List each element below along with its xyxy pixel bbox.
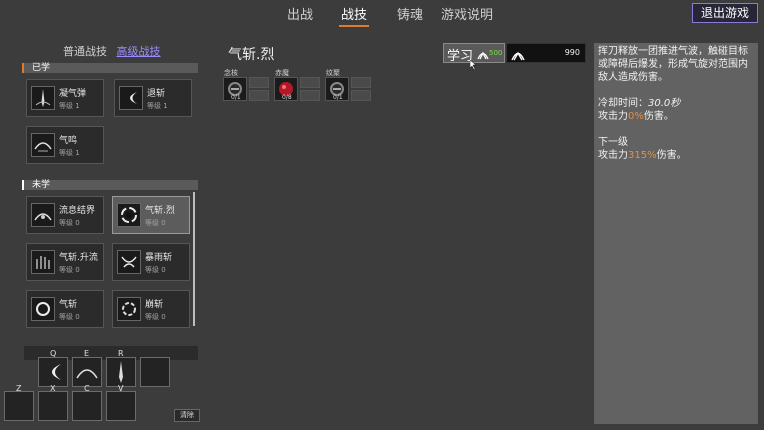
hotkey-slot-r[interactable] xyxy=(106,357,136,387)
skill-card[interactable]: 气斩 等级 0 xyxy=(26,290,104,328)
exit-game-button[interactable]: 退出游戏 xyxy=(692,3,758,23)
skill-list-scrollbar[interactable] xyxy=(193,192,195,326)
clear-hotkeys-button[interactable]: 清除 xyxy=(174,409,200,422)
requirement-count: 0/1 xyxy=(333,94,343,101)
skill-card[interactable]: 凝气弹 等级 1 xyxy=(26,79,104,117)
burst-ring-icon xyxy=(117,297,141,321)
requirement-slot xyxy=(300,77,320,88)
tab-combat-skills[interactable]: 战技 xyxy=(338,4,370,27)
tab-soul-forge[interactable]: 铸魂 xyxy=(397,4,423,23)
cooldown-label: 冷却时间： xyxy=(598,98,648,109)
sword-burst-icon xyxy=(119,361,123,383)
unlearned-header: 未学 xyxy=(22,180,198,190)
skill-level: 等级 1 xyxy=(59,102,80,110)
requirement-slot xyxy=(351,90,371,101)
next-attack-label: 攻击力 xyxy=(598,150,628,161)
skill-title: 气斩.烈 xyxy=(228,47,275,63)
qi-wave-icon xyxy=(76,369,98,379)
skill-level: 等级 0 xyxy=(145,266,166,274)
soul-currency-icon xyxy=(477,51,489,60)
crescent-slash-icon xyxy=(119,86,143,110)
hotkey-slot-z[interactable] xyxy=(4,391,34,421)
skill-card[interactable]: 崩斩 等级 0 xyxy=(112,290,190,328)
tab-normal-skills[interactable]: 普通战技 xyxy=(63,45,107,58)
skill-level: 等级 1 xyxy=(59,149,80,157)
skill-level: 等级 0 xyxy=(145,313,166,321)
top-nav: 出战 战技 铸魂 游戏说明 退出游戏 xyxy=(0,0,764,27)
skill-level: 等级 0 xyxy=(59,266,80,274)
skill-name: 气斩.升流 xyxy=(59,253,98,263)
next-level-label: 下一级 xyxy=(598,137,628,148)
skill-name: 退斩 xyxy=(147,89,166,99)
skill-card[interactable]: 暴雨斩 等级 0 xyxy=(112,243,190,281)
hotkey-slot-c[interactable] xyxy=(72,391,102,421)
learn-cost: 500 xyxy=(489,49,503,57)
attack-line: 攻击力0%伤害。 xyxy=(598,110,754,123)
requirement-slot xyxy=(351,77,371,88)
sword-burst-icon xyxy=(31,86,55,110)
storm-slash-icon xyxy=(117,250,141,274)
skill-name: 气鸣 xyxy=(59,136,78,146)
attack-suffix: 伤害。 xyxy=(643,111,674,122)
skill-card[interactable]: 气斩.升流 等级 0 xyxy=(26,243,104,281)
hotkey-slot-e[interactable] xyxy=(72,357,102,387)
tab-deploy[interactable]: 出战 xyxy=(287,4,313,23)
skill-type-tabs: 普通战技 高级战技 xyxy=(63,43,167,59)
skill-name: 崩斩 xyxy=(145,300,164,310)
next-attack-value: 315% xyxy=(628,150,657,161)
skill-card-selected[interactable]: 气斩.烈 等级 0 xyxy=(112,196,190,234)
skill-info-panel: 挥刀释放一团推进气波，触碰目标或障碍后爆发，形成气旋对范围内敌人造成伤害。 冷却… xyxy=(594,43,758,424)
barrier-icon xyxy=(31,203,55,227)
skill-name: 流息结界 xyxy=(59,206,96,216)
skill-name: 气斩 xyxy=(59,300,78,310)
learned-header: 已学 xyxy=(22,63,198,73)
skill-description: 挥刀释放一团推进气波，触碰目标或障碍后爆发，形成气旋对范围内敌人造成伤害。 xyxy=(598,46,748,83)
skill-level: 等级 0 xyxy=(59,219,80,227)
currency-display: 990 xyxy=(506,43,586,63)
hotkey-slot-v[interactable] xyxy=(106,391,136,421)
attack-label: 攻击力 xyxy=(598,111,628,122)
requirement-count: 0/1 xyxy=(231,94,241,101)
skill-level: 等级 1 xyxy=(147,102,168,110)
requirement-slot xyxy=(300,90,320,101)
vortex-icon xyxy=(117,203,141,227)
tab-advanced-skills[interactable]: 高级战技 xyxy=(117,45,161,58)
soul-currency-icon xyxy=(511,51,525,61)
hotkey-slot-x[interactable] xyxy=(38,391,68,421)
hotkey-slot-q[interactable] xyxy=(38,357,68,387)
requirement-slot xyxy=(249,90,269,101)
requirement-count: 0/8 xyxy=(282,94,292,101)
tab-game-guide[interactable]: 游戏说明 xyxy=(441,4,493,23)
mouse-cursor-icon xyxy=(470,60,477,70)
next-attack-line: 攻击力315%伤害。 xyxy=(598,149,754,162)
hotkey-slot-empty[interactable] xyxy=(140,357,170,387)
skill-card[interactable]: 退斩 等级 1 xyxy=(114,79,192,117)
rising-stream-icon xyxy=(31,250,55,274)
qi-wave-icon xyxy=(31,133,55,157)
ring-slash-icon xyxy=(31,297,55,321)
skill-name: 凝气弹 xyxy=(59,89,87,99)
skill-level: 等级 0 xyxy=(59,313,80,321)
crescent-slash-icon xyxy=(52,364,61,380)
next-attack-suffix: 伤害。 xyxy=(656,150,687,161)
skill-card[interactable]: 气鸣 等级 1 xyxy=(26,126,104,164)
attack-value: 0% xyxy=(628,111,644,122)
cooldown-line: 冷却时间：30.0秒 xyxy=(598,97,754,110)
currency-amount: 990 xyxy=(564,48,580,57)
requirement-slot xyxy=(249,77,269,88)
cooldown-value: 30.0秒 xyxy=(648,98,681,109)
skill-name: 暴雨斩 xyxy=(145,253,173,263)
skill-level: 等级 0 xyxy=(145,219,166,227)
skill-card[interactable]: 流息结界 等级 0 xyxy=(26,196,104,234)
skill-name: 气斩.烈 xyxy=(145,206,175,216)
